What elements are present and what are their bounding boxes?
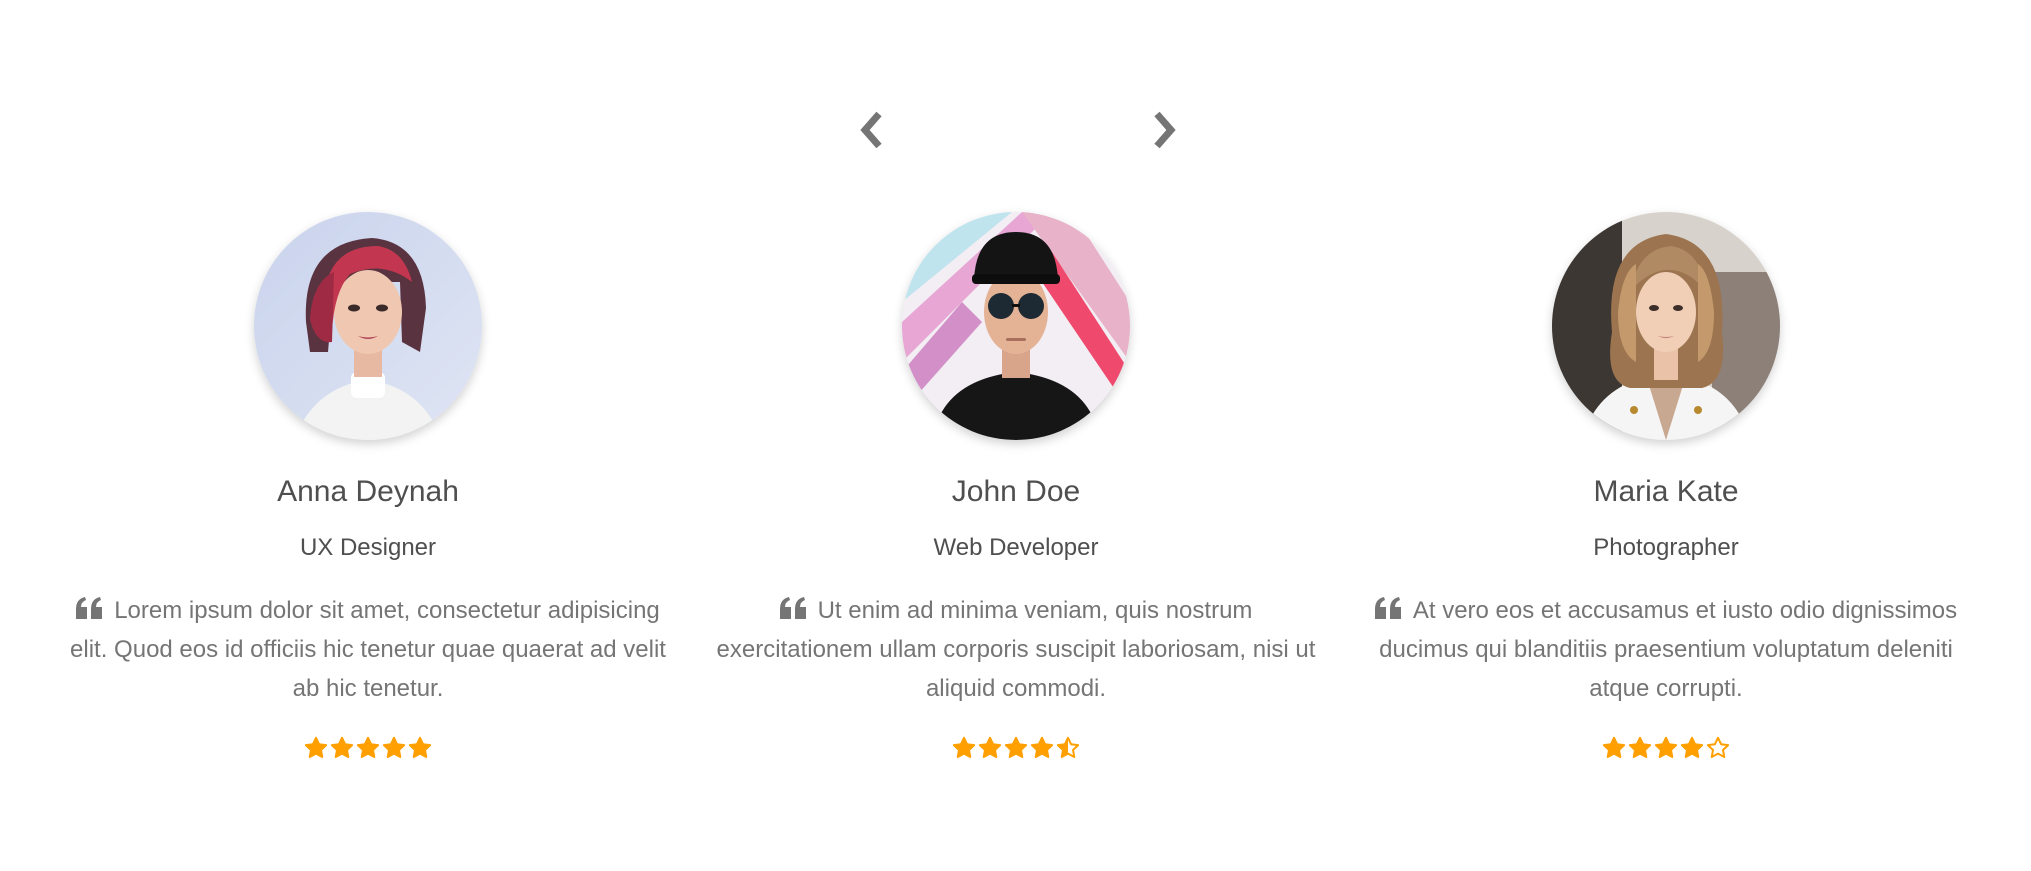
testimonial-card: Anna Deynah UX Designer Lorem ipsum dolo… <box>58 212 678 760</box>
star-icon <box>978 736 1002 758</box>
chevron-left-icon <box>860 111 882 149</box>
star-icon <box>1004 736 1028 758</box>
testimonial-quote: Lorem ipsum dolor sit amet, consectetur … <box>63 591 673 708</box>
star-icon <box>1602 736 1626 758</box>
star-icon <box>952 736 976 758</box>
quote-left-icon <box>76 596 103 619</box>
star-half-icon <box>1056 736 1080 758</box>
avatar-photo <box>902 212 1130 440</box>
star-icon <box>382 736 406 758</box>
avatar <box>902 212 1130 440</box>
carousel-prev-button[interactable] <box>852 105 892 155</box>
rating-stars <box>706 736 1326 760</box>
chevron-right-icon <box>1154 111 1176 149</box>
quote-left-icon <box>1374 596 1401 619</box>
testimonial-quote-text: Lorem ipsum dolor sit amet, consectetur … <box>70 596 666 702</box>
avatar <box>1552 212 1780 440</box>
star-icon <box>1654 736 1678 758</box>
star-outline-icon <box>1706 736 1730 758</box>
avatar <box>254 212 482 440</box>
testimonial-name: Anna Deynah <box>277 475 459 508</box>
testimonial-role: Web Developer <box>933 534 1099 561</box>
testimonial-role: Photographer <box>1593 534 1739 561</box>
testimonial-card: Maria Kate Photographer At vero eos et a… <box>1356 212 1976 760</box>
star-icon <box>330 736 354 758</box>
carousel-next-button[interactable] <box>1144 105 1184 155</box>
testimonial-quote: Ut enim ad minima veniam, quis nostrum e… <box>711 591 1321 708</box>
avatar-photo <box>1552 212 1780 440</box>
avatar-photo <box>254 212 482 440</box>
star-icon <box>408 736 432 758</box>
testimonial-name: John Doe <box>951 475 1081 508</box>
rating-stars <box>58 736 678 760</box>
star-icon <box>1628 736 1652 758</box>
star-icon <box>356 736 380 758</box>
testimonial-quote: At vero eos et accusamus et iusto odio d… <box>1361 591 1971 708</box>
quote-left-icon <box>779 596 806 619</box>
testimonial-quote-text: Ut enim ad minima veniam, quis nostrum e… <box>716 596 1316 702</box>
testimonial-role: UX Designer <box>299 534 437 561</box>
star-icon <box>1680 736 1704 758</box>
star-icon <box>304 736 328 758</box>
testimonial-quote-text: At vero eos et accusamus et iusto odio d… <box>1379 596 1958 702</box>
star-icon <box>1030 736 1054 758</box>
testimonial-card: John Doe Web Developer Ut enim ad minima… <box>706 212 1326 760</box>
testimonial-name: Maria Kate <box>1593 475 1739 508</box>
rating-stars <box>1356 736 1976 760</box>
